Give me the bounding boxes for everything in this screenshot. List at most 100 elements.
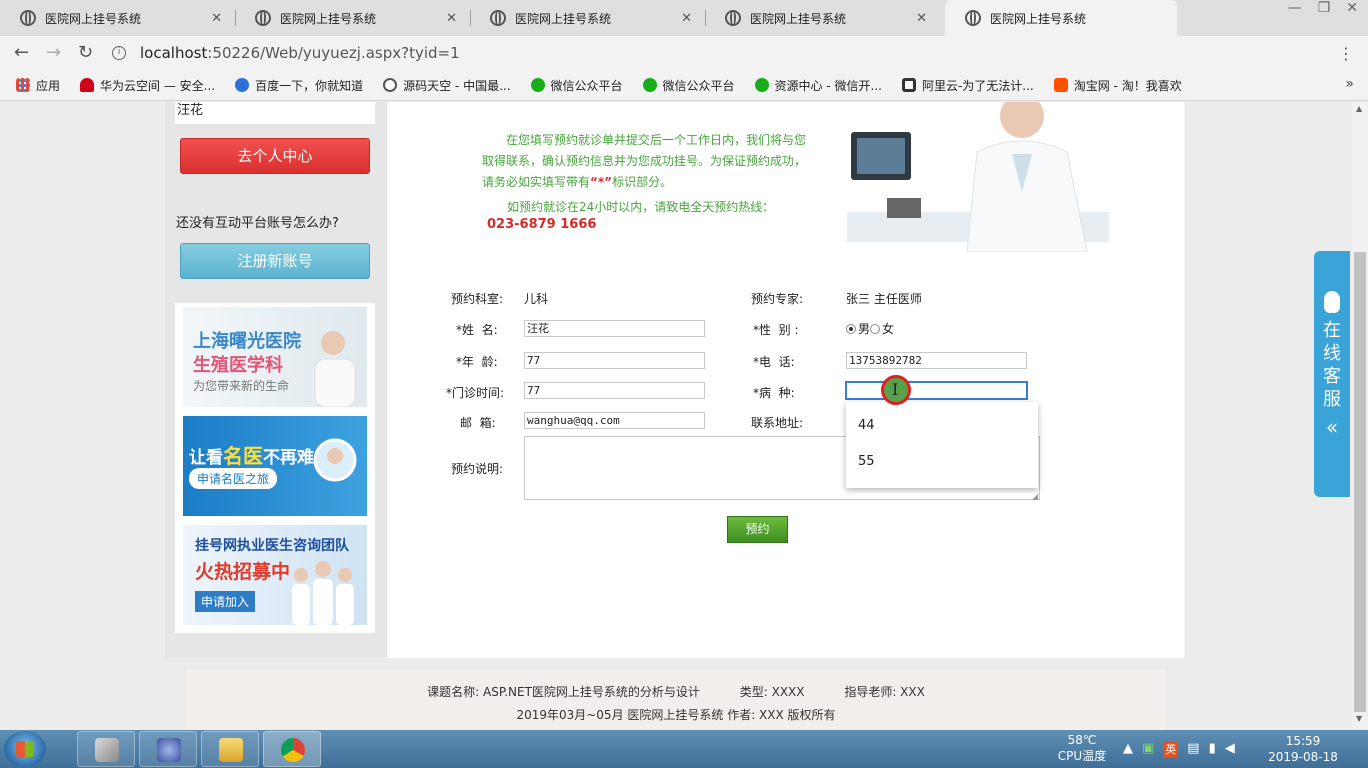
- start-button[interactable]: [4, 731, 46, 767]
- age-input[interactable]: 77: [524, 352, 705, 369]
- autocomplete-dropdown: 44 55: [846, 402, 1038, 488]
- email-label: 邮 箱:: [460, 416, 496, 430]
- browser-tab[interactable]: 医院网上挂号系统 ✕: [235, 0, 467, 36]
- name-input[interactable]: 汪花: [524, 320, 705, 337]
- bookmark-apps[interactable]: 应用: [16, 77, 60, 94]
- online-service-widget[interactable]: 在线客服 «: [1314, 251, 1350, 497]
- scroll-down-icon[interactable]: ▼: [1356, 714, 1362, 723]
- globe-icon: [965, 10, 981, 26]
- url-host: localhost: [140, 44, 208, 62]
- doctor-photo: [314, 331, 356, 407]
- restore-icon[interactable]: ❐: [1318, 0, 1331, 16]
- more-bookmarks-icon[interactable]: »: [1345, 76, 1354, 92]
- page-footer: 课题名称: ASP.NET医院网上挂号系统的分析与设计 类型: XXXX 指导老…: [186, 669, 1166, 730]
- tab-title: 医院网上挂号系统: [750, 11, 847, 26]
- ad-banner-famous-doctor[interactable]: 让看名医不再难! 申请名医之旅: [183, 416, 367, 516]
- tools-icon: [95, 738, 119, 762]
- close-tab-icon[interactable]: ✕: [916, 11, 927, 26]
- globe-icon: [383, 78, 398, 92]
- taskbar-app-chrome[interactable]: [263, 731, 321, 767]
- menu-icon[interactable]: ⋮: [1338, 44, 1354, 63]
- close-tab-icon[interactable]: ✕: [446, 11, 457, 26]
- system-clock[interactable]: 15:59 2019-08-18: [1258, 733, 1348, 765]
- url-field[interactable]: i localhost :50226/Web/yuyuezj.aspx?tyid…: [112, 40, 1332, 66]
- bookmarks-bar: 应用 华为云空间 — 安全... 百度一下，你就知道 源码天空 - 中国最...…: [0, 70, 1368, 101]
- info-icon[interactable]: i: [112, 46, 126, 60]
- collapse-icon[interactable]: «: [1314, 415, 1350, 439]
- description-label: 预约说明:: [451, 462, 504, 476]
- page-scrollbar[interactable]: ▲ ▼: [1352, 102, 1368, 728]
- bookmark-item[interactable]: 淘宝网 - 淘！我喜欢: [1053, 77, 1182, 94]
- cpu-temp: 58℃ CPU温度: [1057, 733, 1107, 763]
- network-status-icon[interactable]: ▣: [1142, 741, 1154, 757]
- bookmark-item[interactable]: 源码天空 - 中国最...: [383, 77, 511, 94]
- appointment-notice: 在您填写预约就诊单并提交后一个工作日内，我们将与您取得联系，确认预约信息并为您成…: [482, 133, 807, 189]
- tab-title: 医院网上挂号系统: [45, 11, 142, 26]
- taskbar-app-tools[interactable]: [77, 731, 135, 767]
- email-input[interactable]: wanghua@qq.com: [524, 412, 705, 429]
- browser-tab[interactable]: 医院网上挂号系统 ✕: [470, 0, 702, 36]
- bookmark-item[interactable]: 百度一下，你就知道: [235, 77, 363, 94]
- browser-tab-active[interactable]: 医院网上挂号系统: [945, 0, 1177, 36]
- reload-icon[interactable]: ↻: [78, 42, 93, 63]
- baidu-paw-icon: [235, 78, 250, 92]
- phone-label: *电 话:: [753, 355, 795, 369]
- disease-input[interactable]: [845, 381, 1028, 400]
- age-label: *年 龄:: [456, 355, 498, 369]
- wechat-icon: [642, 78, 657, 92]
- sidebar: 汪花 去个人中心 还没有互动平台账号怎么办? 注册新账号 上海曙光医院 生殖医学…: [165, 102, 385, 658]
- register-button[interactable]: 注册新账号: [180, 243, 370, 279]
- close-window-icon[interactable]: ✕: [1346, 0, 1358, 16]
- taskbar-app-visual-studio[interactable]: [139, 731, 197, 767]
- close-tab-icon[interactable]: ✕: [681, 11, 692, 26]
- ime-indicator[interactable]: 英: [1163, 741, 1179, 757]
- scroll-thumb[interactable]: [1354, 252, 1366, 712]
- department-value: 儿科: [524, 292, 549, 306]
- globe-icon: [255, 10, 271, 26]
- volume-muted-icon[interactable]: ◀: [1225, 741, 1235, 757]
- signal-icon[interactable]: ▮: [1209, 741, 1216, 757]
- minimize-icon[interactable]: —: [1288, 0, 1302, 16]
- hotline-number: 023-6879 1666: [487, 217, 597, 232]
- taskbar-app-explorer[interactable]: [201, 731, 259, 767]
- ad-banner-shuguang[interactable]: 上海曙光医院 生殖医学科 为您带来新的生命: [183, 307, 367, 407]
- footer-type: 类型: XXXX: [739, 685, 805, 699]
- bookmark-item[interactable]: 微信公众平台: [642, 77, 735, 94]
- username-display: 汪花: [175, 102, 375, 124]
- browser-tab[interactable]: 医院网上挂号系统 ✕: [0, 0, 232, 36]
- aliyun-icon: [901, 78, 916, 92]
- footer-topic: 课题名称: ASP.NET医院网上挂号系统的分析与设计: [427, 685, 700, 699]
- hotline-text: 如预约就诊在24小时以内，请致电全天预约热线：: [507, 200, 775, 214]
- apps-grid-icon: [16, 78, 30, 92]
- bookmark-item[interactable]: 阿里云-为了无法计...: [901, 77, 1034, 94]
- doctor-illustration: [847, 102, 1109, 252]
- show-hidden-icon[interactable]: ▲: [1123, 741, 1133, 757]
- submit-appointment-button[interactable]: 预约: [727, 516, 788, 543]
- bookmark-item[interactable]: 资源中心 - 微信开...: [754, 77, 882, 94]
- browser-tab[interactable]: 医院网上挂号系统 ✕: [705, 0, 937, 36]
- wechat-icon: [530, 78, 545, 92]
- clipboard-icon[interactable]: ▤: [1187, 741, 1199, 757]
- ad-banner-recruit[interactable]: 挂号网执业医生咨询团队 火热招募中 申请加入: [183, 525, 367, 625]
- close-tab-icon[interactable]: ✕: [211, 11, 222, 26]
- back-icon[interactable]: ←: [14, 42, 29, 63]
- address-label: 联系地址:: [751, 416, 804, 430]
- department-label: 预约科室:: [451, 292, 504, 306]
- forward-icon[interactable]: →: [46, 42, 61, 63]
- phone-input[interactable]: 13753892782: [846, 352, 1027, 369]
- tab-title: 医院网上挂号系统: [280, 11, 377, 26]
- huawei-icon: [80, 78, 95, 92]
- bookmark-item[interactable]: 微信公众平台: [530, 77, 623, 94]
- footer-advisor: 指导老师: XXX: [844, 685, 925, 699]
- scroll-up-icon[interactable]: ▲: [1356, 104, 1362, 113]
- bookmark-item[interactable]: 华为云空间 — 安全...: [80, 77, 215, 94]
- visit-time-input[interactable]: 77: [524, 382, 705, 399]
- autocomplete-option[interactable]: 55: [846, 444, 1038, 480]
- autocomplete-option[interactable]: 44: [846, 408, 1038, 444]
- gender-male-radio[interactable]: [846, 324, 856, 334]
- personal-center-button[interactable]: 去个人中心: [180, 138, 370, 174]
- gender-female-radio[interactable]: [870, 324, 881, 334]
- tray-icons: ▲ ▣ 英 ▤ ▮ ◀: [1123, 741, 1235, 757]
- gender-radio-group: 男女: [846, 320, 894, 337]
- doctors-team-photo: [292, 561, 354, 625]
